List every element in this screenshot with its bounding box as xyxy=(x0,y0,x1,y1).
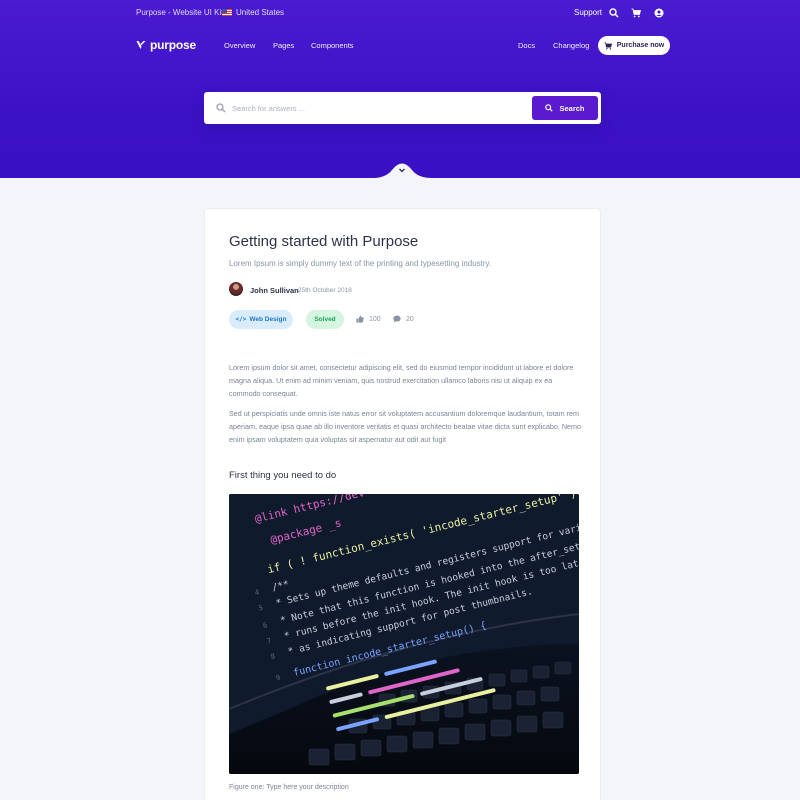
comments-count[interactable]: 20 xyxy=(393,315,414,323)
likes-value: 100 xyxy=(369,315,381,323)
body-paragraph-2: Sed ut perspiciatis unde omnis iste natu… xyxy=(229,409,581,444)
nav-docs[interactable]: Docs xyxy=(518,41,535,50)
avatar[interactable] xyxy=(229,282,243,296)
user-icon[interactable] xyxy=(654,8,664,18)
section-heading: First thing you need to do xyxy=(229,470,337,481)
solved-badge[interactable]: Solved xyxy=(306,310,344,329)
likes-count[interactable]: 100 xyxy=(356,315,381,323)
article-subtitle: Lorem Ipsum is simply dummy text of the … xyxy=(229,259,492,268)
comment-icon xyxy=(393,315,401,323)
comments-value: 20 xyxy=(406,315,414,323)
article-title: Getting started with Purpose xyxy=(229,233,419,250)
code-icon: </> xyxy=(235,316,247,323)
top-bar: Purpose - Website UI Kit United States S… xyxy=(0,0,800,28)
cart-icon[interactable] xyxy=(631,8,641,18)
web-design-badge[interactable]: </> Web Design xyxy=(229,310,293,329)
us-flag-icon[interactable] xyxy=(222,9,232,16)
thumbs-up-icon xyxy=(356,315,364,323)
post-date: 25th October 2018 xyxy=(298,287,352,294)
brand-text[interactable]: Purpose - Website UI Kit xyxy=(136,8,223,17)
author-name[interactable]: John Sullivan xyxy=(250,286,299,295)
country-selector[interactable]: United States xyxy=(236,8,284,17)
figure-caption: Figure one: Type here your description xyxy=(229,784,349,791)
main-nav: purpose Overview Pages Components Docs C… xyxy=(0,32,800,60)
body-paragraph-1: Lorem ipsum dolor sit amet, consectetur … xyxy=(229,363,574,398)
cart-icon xyxy=(604,41,612,50)
article-card: Getting started with Purpose Lorem Ipsum… xyxy=(204,208,601,800)
nav-changelog[interactable]: Changelog xyxy=(553,41,589,50)
search-button[interactable]: Search xyxy=(532,96,598,120)
code-screenshot-image: @link https://dev @package _s if ( ! fun… xyxy=(229,494,579,774)
search-icon xyxy=(216,103,226,113)
search-bar: Search xyxy=(204,92,601,124)
nav-pages[interactable]: Pages xyxy=(273,41,294,50)
purchase-now-label: Purchase now xyxy=(616,42,665,49)
nav-components[interactable]: Components xyxy=(311,41,354,50)
web-design-label: Web Design xyxy=(249,316,287,323)
purchase-now-button[interactable]: Purchase now xyxy=(598,36,670,55)
solved-label: Solved xyxy=(314,316,336,323)
logo-icon xyxy=(136,41,146,49)
scroll-down-notch[interactable] xyxy=(372,158,432,180)
search-button-label: Search xyxy=(559,103,585,113)
logo-text: purpose xyxy=(150,38,196,52)
search-input[interactable] xyxy=(232,100,522,116)
nav-overview[interactable]: Overview xyxy=(224,41,255,50)
laptop-code-illustration: @link https://dev @package _s if ( ! fun… xyxy=(229,494,579,774)
search-icon xyxy=(545,104,554,112)
support-link[interactable]: Support xyxy=(574,8,602,17)
search-icon[interactable] xyxy=(609,8,619,18)
logo[interactable]: purpose xyxy=(136,38,196,52)
hero-header: Purpose - Website UI Kit United States S… xyxy=(0,0,800,178)
